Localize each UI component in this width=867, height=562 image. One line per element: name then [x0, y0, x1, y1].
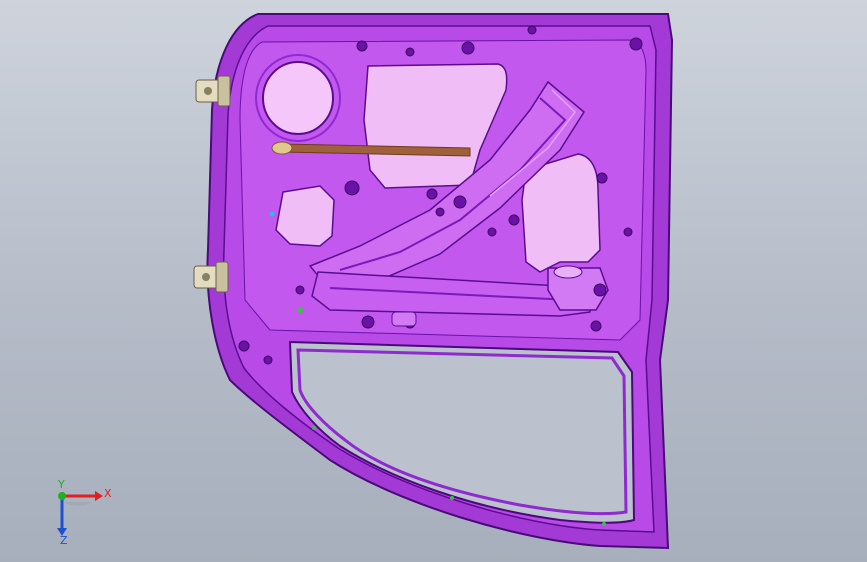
lower-hinge: [193, 261, 229, 293]
speaker-hole: [262, 61, 334, 135]
y-axis-label: Y: [58, 478, 65, 491]
upper-hinge: [195, 75, 231, 107]
y-axis-dot: [58, 492, 66, 500]
x-axis-label: X: [104, 487, 112, 500]
door-inner-panel-model[interactable]: [0, 0, 867, 562]
left-cutout: [275, 185, 335, 247]
z-axis-label: Z: [60, 534, 68, 547]
coordinate-triad: [57, 491, 103, 536]
window-opening: [288, 340, 636, 524]
cad-viewport[interactable]: X Y Z: [0, 0, 867, 562]
